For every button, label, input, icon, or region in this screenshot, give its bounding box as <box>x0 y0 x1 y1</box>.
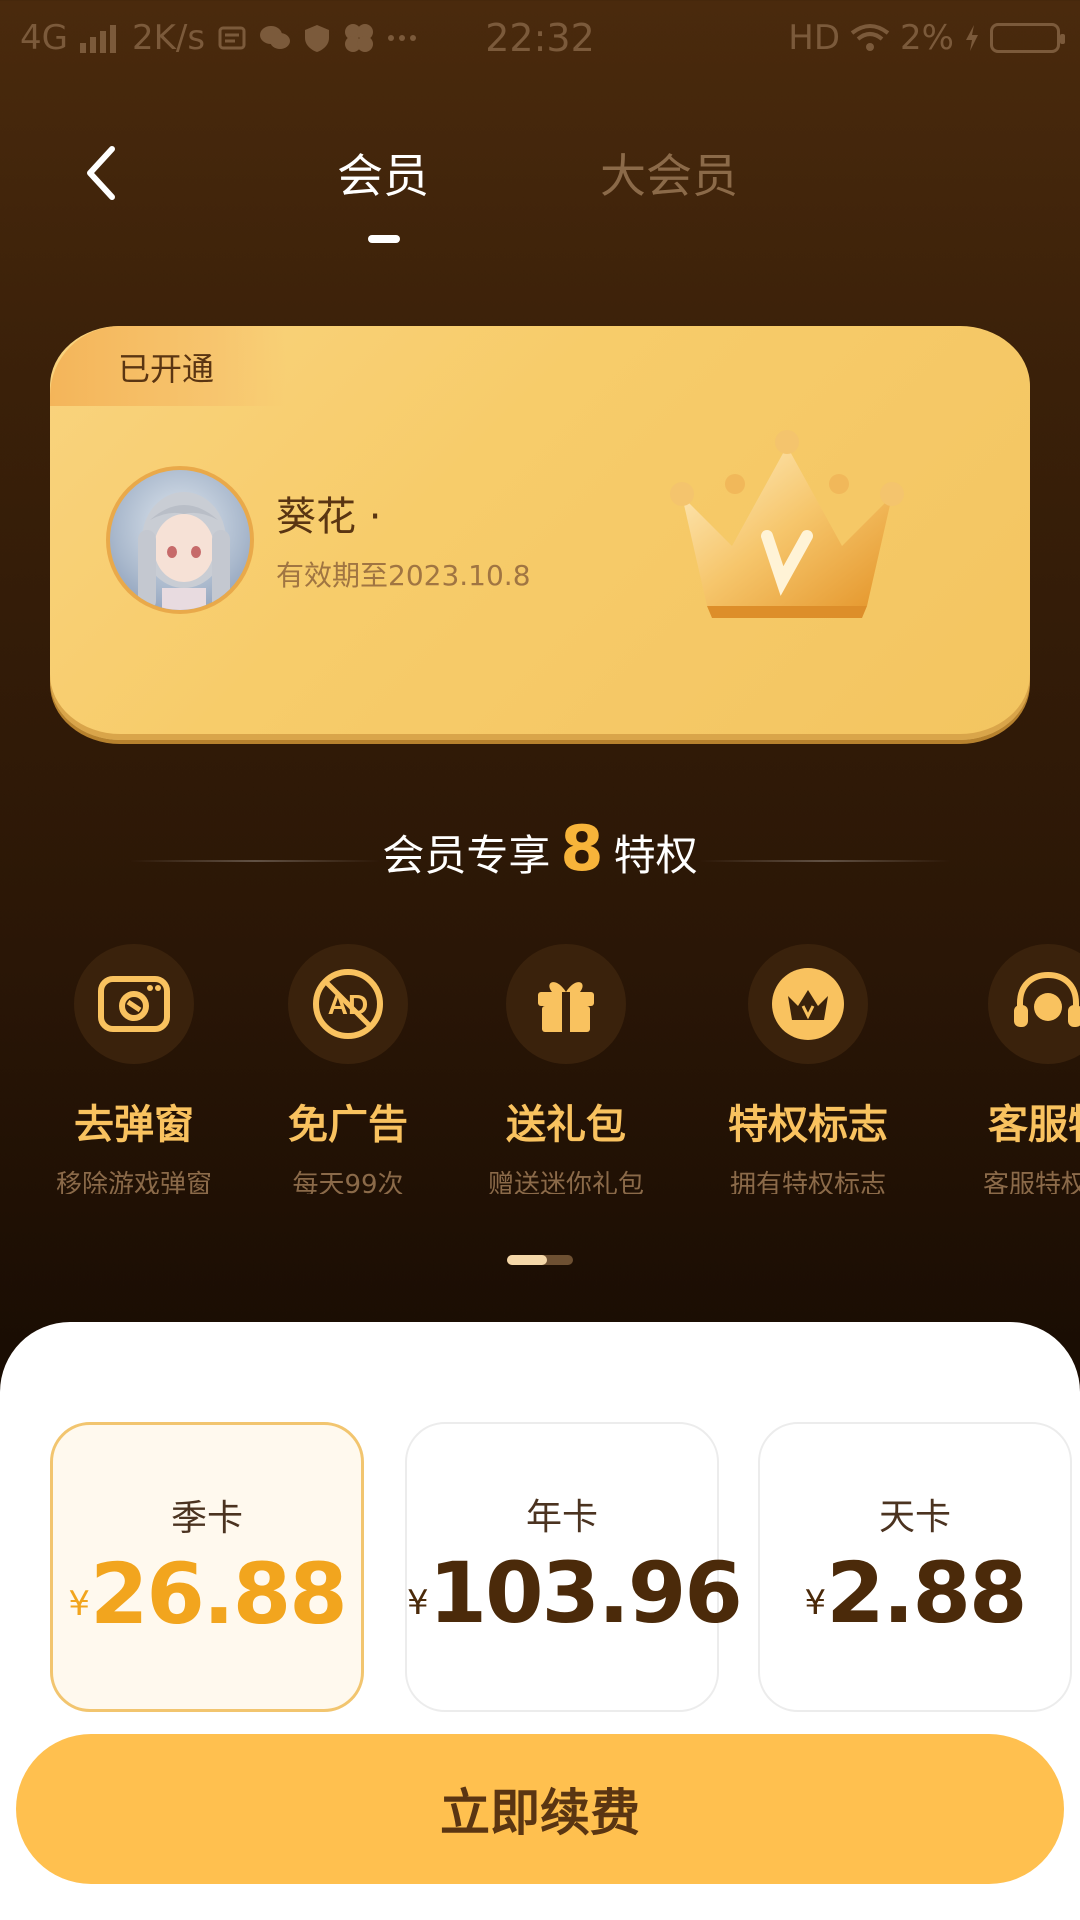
headset-icon <box>988 944 1080 1064</box>
privileges-title-suffix: 特权 <box>613 831 698 880</box>
plan-card-year[interactable]: 年卡 ¥103.96 <box>405 1422 743 1712</box>
feature-subtitle: 客服特权通 <box>982 1170 1080 1194</box>
popup-window-icon <box>74 944 194 1064</box>
plan-price: ¥103.96 <box>407 1544 743 1642</box>
header: 会员 大会员 <box>0 120 1080 250</box>
no-ad-icon: AD <box>288 944 408 1064</box>
tab-indicator <box>368 235 400 243</box>
tab-big-member[interactable]: 大会员 <box>600 140 738 206</box>
plan-card-season[interactable]: 季卡 ¥26.88 <box>50 1422 364 1712</box>
feature-item-service[interactable]: 客服特 客服特权通 <box>938 944 1080 1194</box>
signal-icon <box>79 23 120 53</box>
feature-item-badge[interactable]: 特权标志 拥有特权标志 <box>698 944 918 1194</box>
avatar[interactable] <box>106 466 254 614</box>
renew-now-button[interactable]: 立即续费 <box>16 1734 1064 1884</box>
hd-label: HD <box>788 18 841 58</box>
avatar-image-icon <box>138 492 230 610</box>
currency-symbol: ¥ <box>407 1583 429 1623</box>
network-label: 4G <box>20 18 68 58</box>
feature-title: 客服特 <box>988 1102 1080 1148</box>
feature-title: 特权标志 <box>728 1102 888 1148</box>
more-icon <box>387 33 417 43</box>
plan-price: ¥26.88 <box>53 1545 361 1643</box>
expiry-date: 有效期至2023.10.8 <box>276 559 531 592</box>
feature-title: 送礼包 <box>506 1102 626 1148</box>
chevron-left-icon <box>87 146 115 200</box>
price-amount: 2.88 <box>826 1544 1027 1642</box>
price-amount: 26.88 <box>89 1545 348 1643</box>
tab-member[interactable]: 会员 <box>337 140 429 206</box>
currency-symbol: ¥ <box>804 1583 827 1623</box>
privileges-count: 8 <box>560 812 604 885</box>
battery-percent: 2% <box>900 18 954 58</box>
feature-subtitle: 拥有特权标志 <box>729 1170 886 1194</box>
privileges-carousel[interactable]: 去弹窗 移除游戏弹窗 AD 免广告 每天99次 送礼包 赠送迷你礼包 特权标志 … <box>0 944 1080 1194</box>
plan-name: 季卡 <box>170 1498 243 1539</box>
wechat-icon <box>259 23 291 53</box>
plan-card-day[interactable]: 天卡 ¥2.88 <box>758 1422 1072 1712</box>
privileges-title: 会员专享 8 特权 <box>0 812 1080 885</box>
price-amount: 103.96 <box>428 1544 743 1642</box>
feature-subtitle: 每天99次 <box>292 1170 404 1194</box>
feature-item-popup[interactable]: 去弹窗 移除游戏弹窗 <box>24 944 244 1194</box>
plan-name: 年卡 <box>525 1497 598 1538</box>
pager-active-dot <box>507 1255 547 1265</box>
feature-subtitle: 移除游戏弹窗 <box>55 1170 212 1194</box>
user-name: 葵花 · <box>276 494 382 540</box>
privileges-title-prefix: 会员专享 <box>382 831 551 880</box>
gift-icon <box>506 944 626 1064</box>
crown-badge-icon <box>748 944 868 1064</box>
feature-item-gift[interactable]: 送礼包 赠送迷你礼包 <box>456 944 676 1194</box>
feature-title: 免广告 <box>288 1102 408 1148</box>
notif-icon <box>217 23 247 53</box>
feature-subtitle: 赠送迷你礼包 <box>487 1170 644 1194</box>
app-icon <box>343 22 375 54</box>
plan-price: ¥2.88 <box>760 1544 1070 1642</box>
shield-icon <box>303 23 331 53</box>
carousel-pager <box>507 1255 573 1265</box>
status-badge: 已开通 <box>50 326 286 406</box>
feature-item-no-ad[interactable]: AD 免广告 每天99次 <box>238 944 458 1194</box>
currency-symbol: ¥ <box>68 1584 90 1624</box>
feature-title: 去弹窗 <box>74 1102 194 1148</box>
battery-icon <box>990 23 1065 53</box>
crown-icon <box>670 430 904 618</box>
membership-card: 已开通 葵花 · 有效期至2023.10.8 <box>50 326 1030 740</box>
plan-name: 天卡 <box>878 1497 951 1538</box>
wifi-icon <box>850 23 890 53</box>
charging-icon <box>964 23 980 53</box>
status-bar: 4G 2K/s 22:32 HD 2% <box>0 0 1080 76</box>
network-speed: 2K/s <box>131 18 206 58</box>
back-button[interactable] <box>70 138 130 208</box>
